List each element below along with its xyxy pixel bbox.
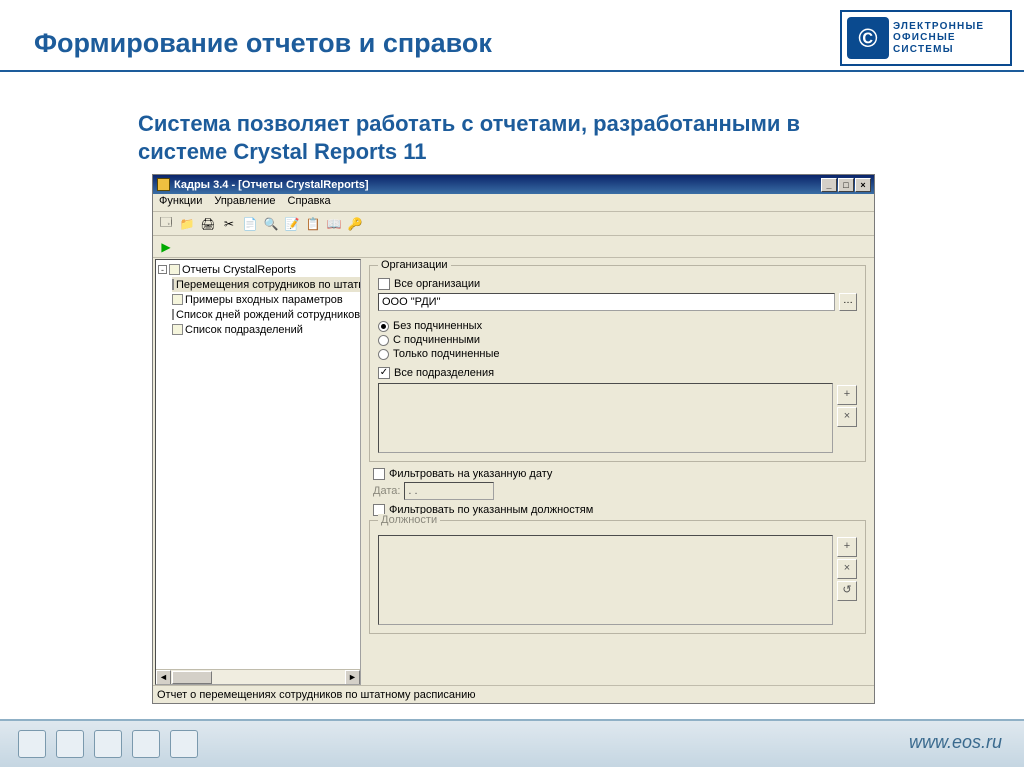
statusbar: Отчет о перемещениях сотрудников по штат…: [153, 685, 874, 703]
logo-icon: ©: [847, 17, 889, 59]
window-title: Кадры 3.4 - [Отчеты CrystalReports]: [174, 179, 369, 191]
scroll-left-icon[interactable]: ◄: [156, 670, 171, 685]
tree-item-label: Примеры входных параметров: [185, 294, 343, 306]
tree-item[interactable]: Список дней рождений сотрудников с вы: [172, 307, 360, 322]
app-window: Кадры 3.4 - [Отчеты CrystalReports] _ □ …: [152, 174, 875, 704]
close-button[interactable]: ×: [855, 178, 871, 192]
tree-hscroll[interactable]: ◄ ►: [156, 669, 360, 684]
org-input[interactable]: ООО "РДИ": [378, 293, 835, 311]
report-icon: [172, 294, 183, 305]
intro-text: Система позволяет работать с отчетами, р…: [138, 110, 878, 165]
clear-pos-button[interactable]: ↺: [837, 581, 857, 601]
filter-date-label: Фильтровать на указанную дату: [389, 468, 552, 480]
toolbar-secondary: ▶: [153, 236, 874, 258]
card-icon[interactable]: 🗔: [157, 215, 175, 233]
report-icon: [172, 309, 174, 320]
brand-logo: © ЭЛЕКТРОННЫЕ ОФИСНЫЕ СИСТЕМЫ: [840, 10, 1012, 66]
copy-icon[interactable]: 📄: [241, 215, 259, 233]
report-icon: [172, 279, 174, 290]
cut-icon[interactable]: ✂: [220, 215, 238, 233]
positions-listbox[interactable]: [378, 535, 833, 625]
tree-pane: - Отчеты CrystalReports Перемещения сотр…: [155, 259, 361, 685]
radio-label: С подчиненными: [393, 334, 480, 346]
filter-date-checkbox[interactable]: [373, 468, 385, 480]
collapse-icon[interactable]: -: [158, 265, 167, 274]
footer-bar: [0, 719, 1024, 767]
menu-functions[interactable]: Функции: [159, 195, 202, 210]
org-groupbox: Организации Все организации ООО "РДИ" … …: [369, 265, 866, 462]
tree-item-label: Список подразделений: [185, 324, 303, 336]
form-pane: Организации Все организации ООО "РДИ" … …: [363, 259, 872, 685]
tree-item-label: Перемещения сотрудников по штатному: [176, 279, 361, 291]
menubar: Функции Управление Справка: [153, 194, 874, 212]
footer-icon: [94, 730, 122, 758]
pos-groupbox: Должности + × ↺: [369, 520, 866, 634]
add-dept-button[interactable]: +: [837, 385, 857, 405]
report-icon: [172, 324, 183, 335]
org-browse-button[interactable]: …: [839, 293, 857, 311]
tree-root[interactable]: - Отчеты CrystalReports: [158, 262, 360, 277]
footer-icon: [132, 730, 160, 758]
footer-icon: [56, 730, 84, 758]
footer-icon: [18, 730, 46, 758]
org-legend: Организации: [378, 259, 451, 271]
footer-url: www.eos.ru: [909, 732, 1002, 753]
radio-only-subord[interactable]: [378, 349, 389, 360]
tree-item-label: Список дней рождений сотрудников с вы: [176, 309, 361, 321]
titlebar: Кадры 3.4 - [Отчеты CrystalReports] _ □ …: [153, 175, 874, 194]
print-icon[interactable]: 🖨: [199, 215, 217, 233]
remove-dept-button[interactable]: ×: [837, 407, 857, 427]
toolbar: 🗔 📁 🖨 ✂ 📄 🔍 📝 📋 📖 🔑: [153, 212, 874, 236]
footer-icon: [170, 730, 198, 758]
scroll-right-icon[interactable]: ►: [345, 670, 360, 685]
radio-label: Без подчиненных: [393, 320, 482, 332]
depts-listbox[interactable]: [378, 383, 833, 453]
tree-item[interactable]: Список подразделений: [172, 322, 360, 337]
all-depts-label: Все подразделения: [394, 367, 494, 379]
radio-with-subord[interactable]: [378, 335, 389, 346]
menu-help[interactable]: Справка: [288, 195, 331, 210]
slide-title: Формирование отчетов и справок: [34, 28, 492, 59]
maximize-button[interactable]: □: [838, 178, 854, 192]
radio-label: Только подчиненные: [393, 348, 500, 360]
add-pos-button[interactable]: +: [837, 537, 857, 557]
folder-icon: [169, 264, 180, 275]
all-orgs-checkbox[interactable]: [378, 278, 390, 290]
app-icon: [157, 178, 170, 191]
run-icon[interactable]: ▶: [157, 238, 175, 256]
book-icon[interactable]: 📖: [325, 215, 343, 233]
date-input[interactable]: [404, 482, 494, 500]
key-icon[interactable]: 🔑: [346, 215, 364, 233]
minimize-button[interactable]: _: [821, 178, 837, 192]
pos-legend: Должности: [378, 514, 440, 526]
all-depts-checkbox[interactable]: ✓: [378, 367, 390, 379]
search-icon[interactable]: 🔍: [262, 215, 280, 233]
title-divider: [0, 70, 1024, 72]
status-text: Отчет о перемещениях сотрудников по штат…: [157, 689, 476, 701]
date-label: Дата:: [373, 485, 400, 497]
logo-text: ЭЛЕКТРОННЫЕ ОФИСНЫЕ СИСТЕМЫ: [893, 21, 984, 56]
doc-icon[interactable]: 📝: [283, 215, 301, 233]
sheet-icon[interactable]: 📋: [304, 215, 322, 233]
all-orgs-label: Все организации: [394, 278, 480, 290]
radio-no-subord[interactable]: [378, 321, 389, 332]
remove-pos-button[interactable]: ×: [837, 559, 857, 579]
tree-item[interactable]: Примеры входных параметров: [172, 292, 360, 307]
folder-icon[interactable]: 📁: [178, 215, 196, 233]
tree-item[interactable]: Перемещения сотрудников по штатному: [172, 277, 360, 292]
tree-root-label: Отчеты CrystalReports: [182, 264, 296, 276]
menu-manage[interactable]: Управление: [214, 195, 275, 210]
